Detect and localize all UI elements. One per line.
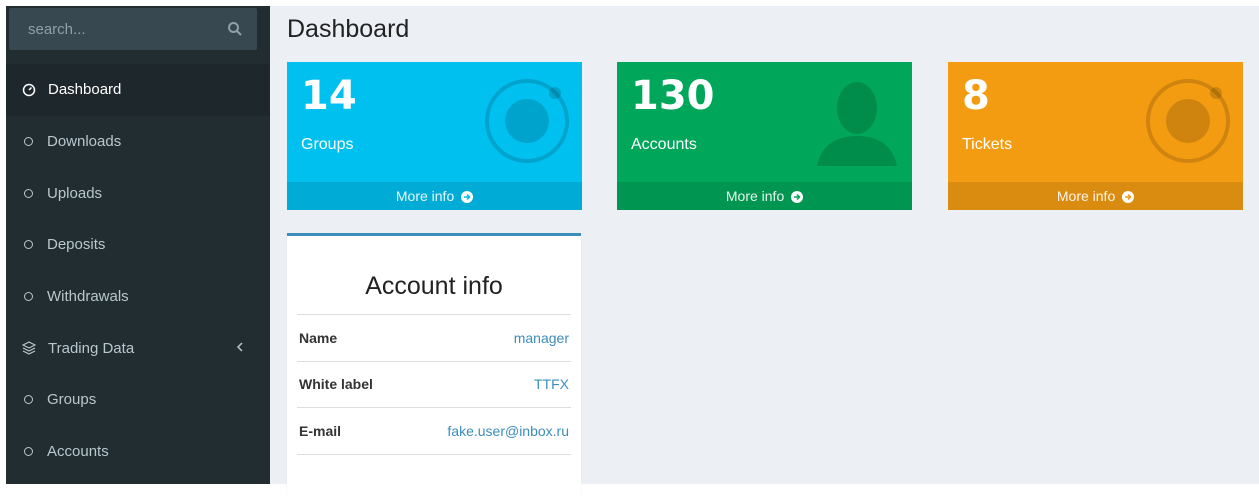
row-key: White label (299, 376, 373, 393)
sidebar: Dashboard Downloads Uploads Deposits Wit… (6, 6, 270, 484)
row-value[interactable]: manager (514, 330, 569, 346)
sidebar-item-uploads[interactable]: Uploads (6, 167, 270, 219)
sidebar-search (9, 8, 257, 50)
sidebar-item-label: Accounts (47, 443, 109, 461)
sidebar-item-groups[interactable]: Groups (6, 374, 270, 426)
stat-box-accounts: 130 Accounts More info (617, 62, 912, 210)
row-value[interactable]: TTFX (534, 376, 569, 392)
chevron-left-icon (236, 342, 243, 352)
search-icon[interactable] (227, 21, 243, 37)
account-row-name: Name manager (297, 315, 571, 362)
ionic-icon (485, 79, 569, 163)
sidebar-item-label: Downloads (47, 133, 122, 151)
sidebar-item-label: Uploads (47, 184, 103, 202)
app-frame: Dashboard Downloads Uploads Deposits Wit… (6, 6, 1259, 496)
dashboard-icon (22, 83, 36, 97)
sidebar-item-label: Groups (47, 391, 97, 409)
circle-icon (24, 188, 33, 198)
stat-value: 130 (631, 73, 715, 119)
account-info-list: Name manager White label TTFX E-mail fak… (297, 314, 571, 455)
layers-icon (22, 341, 36, 355)
sidebar-item-label: Dashboard (48, 81, 122, 99)
more-info-label: More info (1056, 188, 1116, 204)
circle-icon (24, 292, 33, 302)
page-title: Dashboard (287, 15, 410, 43)
sidebar-item-label: Deposits (47, 236, 106, 254)
sidebar-item-accounts[interactable]: Accounts (6, 426, 270, 478)
sidebar-item-deposits[interactable]: Deposits (6, 219, 270, 271)
person-icon (817, 82, 897, 166)
stat-box-groups: 14 Groups More info (287, 62, 582, 210)
stat-box-tickets: 8 Tickets More info (948, 62, 1243, 210)
circle-icon (24, 447, 33, 457)
account-row-email: E-mail fake.user@inbox.ru (297, 408, 571, 455)
more-info-link[interactable]: More info (617, 182, 912, 210)
sidebar-item-dashboard[interactable]: Dashboard (6, 64, 270, 116)
arrow-circle-right-icon (791, 191, 804, 203)
stat-label: Accounts (631, 136, 697, 153)
stat-value: 14 (301, 73, 357, 119)
circle-icon (24, 240, 33, 250)
sidebar-item-label: Trading Data (48, 339, 135, 357)
row-key: E-mail (299, 422, 342, 439)
account-info-card: Account info Name manager White label TT… (287, 233, 581, 496)
sidebar-item-trading-data[interactable]: Trading Data (6, 322, 270, 374)
row-key: Name (299, 329, 338, 346)
sidebar-menu: Dashboard Downloads Uploads Deposits Wit… (6, 64, 270, 478)
more-info-link[interactable]: More info (287, 182, 582, 210)
main-content: Dashboard 14 Groups More info 130 Accoun… (270, 6, 1259, 496)
row-value[interactable]: fake.user@inbox.ru (447, 423, 569, 439)
stat-label: Tickets (962, 136, 1013, 153)
circle-icon (24, 137, 33, 147)
more-info-label: More info (395, 188, 455, 204)
search-input[interactable] (9, 8, 228, 50)
sidebar-item-downloads[interactable]: Downloads (6, 116, 270, 168)
more-info-label: More info (725, 188, 785, 204)
arrow-circle-right-icon (461, 191, 474, 203)
sidebar-item-withdrawals[interactable]: Withdrawals (6, 271, 270, 323)
ionic-icon (1146, 79, 1230, 163)
account-row-white-label: White label TTFX (297, 362, 571, 408)
sidebar-item-label: Withdrawals (47, 288, 129, 306)
more-info-link[interactable]: More info (948, 182, 1243, 210)
account-info-title: Account info (365, 272, 503, 300)
circle-icon (24, 395, 33, 405)
stat-value: 8 (962, 73, 990, 119)
stat-label: Groups (301, 136, 354, 153)
arrow-circle-right-icon (1122, 191, 1135, 203)
